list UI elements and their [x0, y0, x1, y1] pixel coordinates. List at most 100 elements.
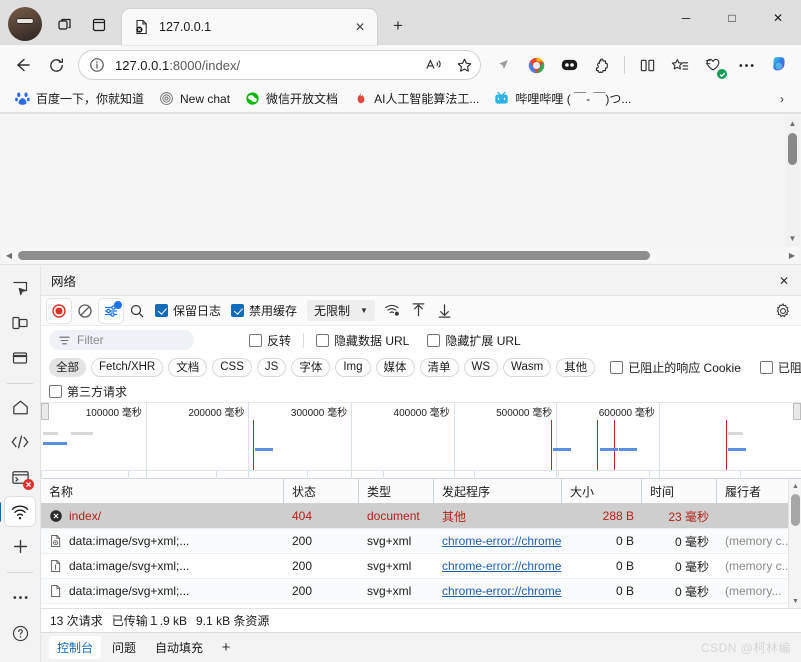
table-row[interactable]: data:image/svg+xml;... 200 svg+xml chrome-e… [41, 554, 801, 579]
disable-cache-checkbox[interactable]: 禁用缓存 [227, 302, 301, 319]
puzzle-icon[interactable] [586, 49, 618, 81]
column-header[interactable]: 类型 [359, 479, 434, 503]
close-window-button[interactable]: ✕ [755, 0, 801, 36]
filter-settings-icon[interactable] [99, 298, 123, 323]
page-horizontal-scrollbar[interactable]: ◀ ▶ [2, 247, 799, 263]
reload-icon[interactable] [40, 49, 72, 81]
elements-code-icon[interactable] [5, 428, 35, 457]
checkbox-box[interactable] [155, 304, 168, 317]
favorites-list-icon[interactable] [664, 49, 696, 81]
type-filter-doc[interactable]: 文档 [168, 357, 208, 377]
type-filter-all[interactable]: 全部 [49, 357, 86, 377]
tab-console[interactable]: 控制台 [49, 636, 102, 659]
horizontal-scroll-thumb[interactable] [18, 250, 650, 260]
home-icon[interactable] [5, 393, 35, 422]
checkbox-box[interactable] [231, 304, 245, 317]
blocked-requests-checkbox[interactable]: 已阻止请求 [750, 359, 801, 376]
split-screen-icon[interactable] [631, 49, 663, 81]
column-header[interactable]: 状态 [284, 479, 359, 503]
scroll-up-arrow-icon[interactable]: ▲ [785, 116, 800, 131]
import-har-icon[interactable] [407, 299, 431, 323]
scroll-down-arrow-icon[interactable]: ▼ [789, 594, 801, 608]
table-row[interactable]: index/404 document 其他 288 B 23 毫秒 [41, 504, 801, 529]
bookmark-item[interactable]: 哔哩哔哩 ( ￣- ￣)つ... [487, 87, 637, 110]
collections-heart-icon[interactable] [697, 49, 729, 81]
profile-avatar[interactable] [8, 7, 42, 41]
tab-search-icon[interactable] [51, 11, 79, 39]
address-bar[interactable]: 127.0.0.1:8000/index/ [78, 50, 481, 80]
pointer-icon[interactable] [487, 49, 519, 81]
bookmarks-overflow-icon[interactable]: › [771, 88, 793, 110]
type-filter-media[interactable]: 媒体 [375, 357, 415, 377]
preserve-log-checkbox[interactable]: 保留日志 [151, 302, 225, 319]
export-har-icon[interactable] [433, 299, 457, 323]
maximize-button[interactable]: □ [709, 0, 755, 36]
network-overview-timeline[interactable]: 100000 毫秒 200000 毫秒 300000 毫秒 400000 毫秒 5000… [41, 402, 801, 480]
overview-left-handle[interactable] [41, 403, 49, 420]
type-filter-wasm[interactable]: Wasm [503, 357, 552, 377]
vertical-scroll-thumb[interactable] [788, 133, 797, 165]
type-filter-ws[interactable]: WS [463, 357, 499, 377]
vertical-scroll-thumb[interactable] [791, 494, 800, 526]
bookmark-item[interactable]: New chat [152, 88, 236, 110]
network-conditions-icon[interactable] [381, 299, 405, 323]
type-filter-other[interactable]: 其他 [556, 357, 596, 377]
tab-close-icon[interactable]: ✕ [349, 16, 371, 38]
minimize-button[interactable]: ─ [663, 0, 709, 36]
chevron-down-icon[interactable]: ▼ [360, 306, 368, 315]
checkbox-box[interactable] [49, 384, 62, 398]
third-party-requests-checkbox[interactable]: 第三方请求 [49, 383, 131, 400]
initiator-link[interactable]: chrome-error://chrome [442, 584, 561, 598]
checkbox-box[interactable] [759, 360, 773, 374]
type-filter-js[interactable]: JS [256, 357, 287, 377]
star-icon[interactable] [452, 53, 476, 77]
initiator-link[interactable]: chrome-error://chrome [442, 559, 561, 573]
type-filter-css[interactable]: CSS [212, 357, 252, 377]
scroll-down-arrow-icon[interactable]: ▼ [785, 231, 800, 246]
inspect-element-icon[interactable] [5, 274, 35, 303]
read-aloud-icon[interactable] [422, 53, 446, 77]
column-header[interactable]: 大小 [562, 479, 642, 503]
close-devtools-icon[interactable]: ✕ [771, 269, 797, 293]
dock-window-icon[interactable] [5, 344, 35, 373]
table-row[interactable]: data:image/svg+xml;... 200 svg+xml chrome-e… [41, 579, 801, 604]
throttling-select[interactable]: 无限制 ▼ [307, 300, 375, 321]
browser-tab[interactable]: 127.0.0.1 ✕ [122, 9, 377, 45]
network-icon[interactable] [0, 497, 35, 527]
hide-data-urls-checkbox[interactable]: 隐藏数据 URL [307, 332, 418, 349]
extension-dark-icon[interactable] [553, 49, 585, 81]
gear-icon[interactable] [771, 299, 795, 323]
more-ellipsis-icon[interactable] [5, 582, 35, 612]
invert-checkbox[interactable]: 反转 [240, 332, 300, 349]
column-header[interactable]: 名称 [41, 479, 284, 503]
chrome-ring-icon[interactable] [520, 49, 552, 81]
scroll-left-arrow-icon[interactable]: ◀ [2, 247, 16, 263]
checkbox-box[interactable] [610, 360, 624, 374]
add-panel-icon[interactable] [5, 532, 35, 561]
tab-issues[interactable]: 问题 [104, 636, 144, 659]
column-header[interactable]: 时间 [642, 479, 717, 503]
tab-autofill[interactable]: 自动填充 [147, 636, 211, 659]
scroll-right-arrow-icon[interactable]: ▶ [785, 247, 799, 263]
add-drawer-tab-button[interactable]: + [214, 637, 238, 659]
type-filter-manifest[interactable]: 清单 [419, 357, 459, 377]
search-icon[interactable] [125, 299, 149, 323]
bookmark-item[interactable]: 百度一下，你就知道 [8, 87, 150, 110]
checkbox-box[interactable] [316, 333, 330, 347]
vertical-tabs-icon[interactable] [85, 11, 113, 39]
initiator-link[interactable]: chrome-error://chrome [442, 534, 561, 548]
overview-right-handle[interactable] [793, 403, 801, 420]
new-tab-button[interactable]: + [383, 11, 413, 41]
search-input[interactable]: Filter [49, 330, 194, 350]
more-ellipsis-icon[interactable] [730, 49, 762, 81]
bookmark-item[interactable]: AI人工智能算法工... [346, 87, 485, 110]
checkbox-box[interactable] [427, 333, 441, 347]
type-filter-fetch-xhr[interactable]: Fetch/XHR [91, 357, 164, 377]
bookmark-item[interactable]: 微信开放文档 [238, 87, 344, 110]
record-icon[interactable] [47, 298, 71, 323]
type-filter-font[interactable]: 字体 [291, 357, 331, 377]
table-row[interactable]: data:image/svg+xml;... 200 svg+xml chrome-e… [41, 529, 801, 554]
copilot-icon[interactable] [763, 49, 795, 81]
table-vertical-scrollbar[interactable]: ▲ ▼ [788, 479, 801, 608]
device-toolbar-icon[interactable] [5, 309, 35, 338]
